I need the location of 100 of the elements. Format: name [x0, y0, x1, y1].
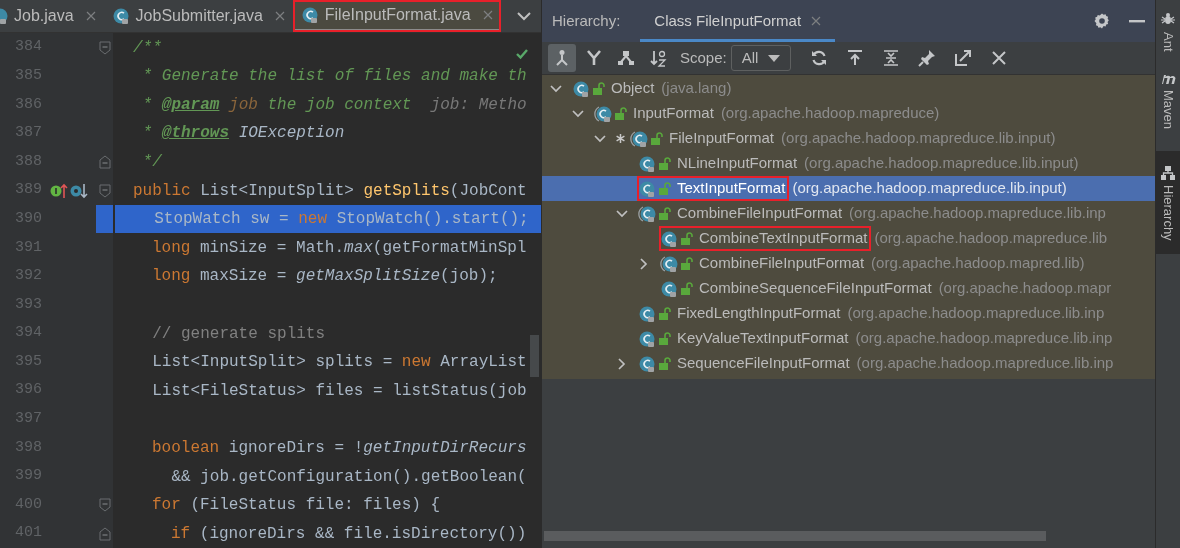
editor-tab[interactable]: FileInputFormat.java [292, 0, 501, 33]
unlocked-icon [657, 156, 671, 171]
code-line: * @param job the job context job: Metho [141, 94, 527, 116]
class-icon [638, 154, 656, 173]
package-name: (org.apache.hadoop.mapred.lib) [871, 253, 1085, 274]
pin-icon[interactable] [917, 49, 936, 67]
class-name: CombineSequenceFileInputFormat [699, 278, 932, 299]
tree-item[interactable]: Object (java.lang) [542, 76, 1155, 101]
side-tool-tab[interactable]: Ant [1156, 0, 1180, 60]
sort-icon [649, 49, 667, 67]
tree-item[interactable]: NLineInputFormat (org.apache.hadoop.mapreduce.lib.input) [542, 151, 1155, 176]
minimize-icon[interactable] [1129, 19, 1145, 23]
scrollbar-thumb[interactable] [544, 531, 1046, 541]
chevron-right-icon[interactable] [616, 357, 628, 370]
class-icon [660, 279, 678, 298]
unlocked-icon [657, 206, 671, 221]
chevron-down-icon[interactable] [594, 132, 606, 145]
class-icon [572, 79, 590, 98]
panel-tab[interactable]: Class FileInputFormat [640, 0, 836, 42]
package-name: (org.apache.hadoop.mapreduce.lib.inp [855, 328, 1113, 349]
class-icon [638, 354, 656, 373]
tree-item[interactable]: CombineTextInputFormat (org.apache.hadoop.mapreduce.lib [542, 226, 1155, 251]
supertypes-icon [585, 49, 603, 67]
fold-marker-icon[interactable] [98, 155, 111, 169]
unlocked-icon [657, 331, 671, 346]
editor-tab[interactable]: Job.java [0, 0, 104, 33]
chevron-down-icon[interactable] [572, 107, 584, 120]
view-button[interactable] [548, 44, 576, 72]
unlocked-icon [657, 181, 671, 196]
code-line: for (FileStatus file: files) { [151, 495, 441, 517]
class-icon [660, 229, 678, 248]
settings-icon[interactable] [1093, 12, 1111, 30]
fold-marker-icon[interactable] [98, 498, 111, 513]
implemented-gutter-icon[interactable] [50, 181, 68, 200]
class-icon [0, 7, 8, 26]
class-icon [300, 5, 319, 24]
package-name: (org.apache.hadoop.mapreduce.lib.inp [847, 303, 1105, 324]
scrollbar-thumb[interactable] [530, 335, 539, 377]
scope-dropdown[interactable]: All [730, 45, 791, 71]
hierarchy-icon [617, 49, 635, 67]
check-icon [515, 47, 529, 61]
upload-icon[interactable] [845, 49, 864, 67]
class-name: CombineTextInputFormat [699, 228, 868, 249]
panel-title: Hierarchy: [552, 10, 621, 31]
chevron-down-icon[interactable] [550, 82, 562, 95]
chevron-down-icon[interactable] [517, 11, 531, 22]
class-name: KeyValueTextInputFormat [677, 328, 849, 349]
code-line: // generate splits [151, 323, 326, 345]
code-line: long maxSize = getMaxSplitSize(job); [151, 266, 498, 288]
class-name: FileInputFormat [669, 128, 775, 149]
fold-marker-icon[interactable] [98, 526, 111, 541]
code-line: StopWatch sw = new StopWatch().start(); [153, 209, 529, 231]
class-name: FixedLengthInputFormat [677, 303, 841, 324]
package-name: (org.apache.hadoop.mapreduce.lib.input) [804, 153, 1079, 174]
tree-item[interactable]: InputFormat (org.apache.hadoop.mapreduce) [542, 101, 1155, 126]
code-line: if (ignoreDirs && file.isDirectory()) [170, 523, 527, 545]
class-name: SequenceFileInputFormat [677, 353, 850, 374]
unlocked-icon [679, 231, 693, 246]
code-line: boolean ignoreDirs = !getInputDirRecurs [151, 437, 527, 459]
unlocked-icon [679, 281, 693, 296]
overridden-gutter-icon[interactable] [70, 181, 88, 200]
class-icon [111, 7, 130, 26]
tree-item[interactable]: FileInputFormat (org.apache.hadoop.mapreduce.lib.input) [542, 126, 1155, 151]
tree-item[interactable]: FixedLengthInputFormat (org.apache.hadoop.mapreduce.lib.inp [542, 301, 1155, 326]
code-line: /** [133, 37, 162, 59]
class-icon [638, 179, 656, 198]
code-line: List<InputSplit> splits = new ArrayList [151, 352, 527, 374]
fold-marker-icon[interactable] [98, 183, 111, 198]
unlocked-icon [613, 106, 627, 121]
close-icon[interactable] [989, 49, 1008, 67]
side-tool-tab[interactable]: Maven [1156, 59, 1180, 139]
editor-tab[interactable]: JobSubmitter.java [103, 0, 293, 33]
refresh-icon[interactable] [809, 49, 828, 67]
class-name: TextInputFormat [677, 178, 786, 199]
tree-item[interactable]: KeyValueTextInputFormat (org.apache.hadoop.mapreduce.lib.inp [542, 326, 1155, 351]
side-tool-tab[interactable]: Hierarchy [1156, 150, 1180, 255]
tree-item[interactable]: TextInputFormat (org.apache.hadoop.mapreduce.lib.input) [542, 176, 1155, 201]
unlocked-icon [657, 356, 671, 371]
unlocked-icon [591, 81, 605, 96]
close-icon[interactable] [85, 11, 96, 22]
chevron-right-icon[interactable] [638, 257, 650, 270]
package-name: (org.apache.hadoop.mapreduce.lib [874, 228, 1108, 249]
code-line: && job.getConfiguration().getBoolean( [170, 466, 527, 488]
tree-item[interactable]: CombineFileInputFormat (org.apache.hadoop.mapreduce.lib.inp [542, 201, 1155, 226]
package-name: (org.apache.hadoop.mapreduce.lib.inp [856, 353, 1114, 374]
code-line: long minSize = Math.max(getFormatMinSpl [151, 237, 527, 259]
class-icon [638, 329, 656, 348]
close-icon[interactable] [274, 11, 285, 22]
open-in-window-icon[interactable] [953, 49, 972, 67]
tree-item[interactable]: CombineSequenceFileInputFormat (org.apache.hadoop.mapr [542, 276, 1155, 301]
unlocked-icon [649, 131, 663, 146]
unlocked-icon [657, 306, 671, 321]
chevron-down-icon[interactable] [616, 207, 628, 220]
fold-marker-icon[interactable] [98, 40, 111, 55]
code-line: */ [141, 152, 162, 173]
expand-all-icon[interactable] [881, 49, 900, 67]
package-name: (org.apache.hadoop.mapreduce.lib.input) [792, 178, 1067, 199]
package-name: (org.apache.hadoop.mapreduce.lib.inp [849, 203, 1106, 224]
tree-item[interactable]: CombineFileInputFormat (org.apache.hadoop.mapred.lib) [542, 251, 1155, 276]
tree-item[interactable]: SequenceFileInputFormat (org.apache.hadoop.mapreduce.lib.inp [542, 351, 1155, 376]
